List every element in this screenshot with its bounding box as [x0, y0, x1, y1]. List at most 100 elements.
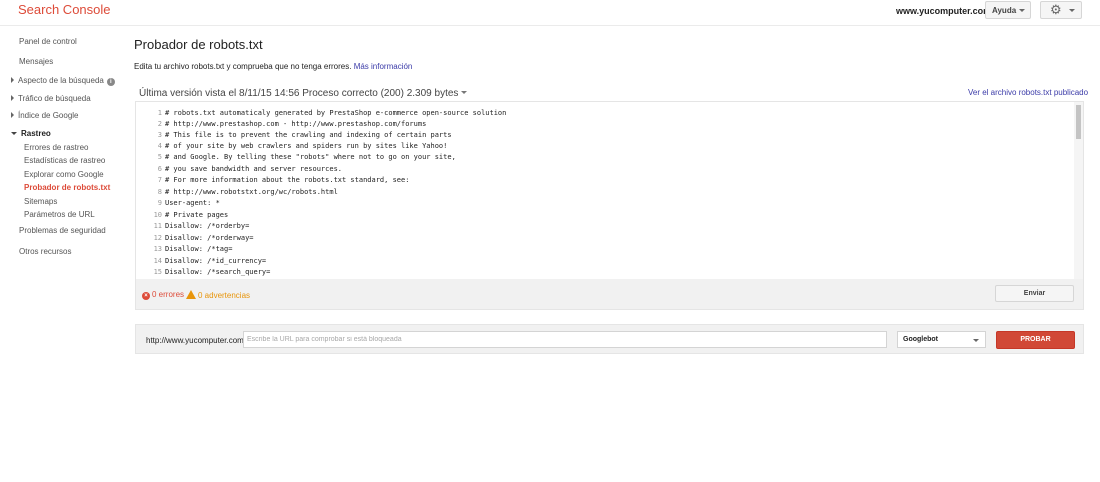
user-agent-select[interactable]: Googlebot [897, 331, 986, 348]
code-line: 13 Disallow: /*tag= [136, 244, 233, 254]
code-line: 14 Disallow: /*id_currency= [136, 256, 267, 266]
line-text: # http://www.prestashop.com - http://www… [165, 120, 427, 128]
page-description: Edita tu archivo robots.txt y comprueba … [134, 62, 412, 71]
chevron-down-icon [11, 132, 17, 135]
chevron-down-icon [1069, 9, 1075, 12]
errors-count: × 0 errores [142, 290, 184, 300]
line-number: 6 [157, 165, 162, 173]
line-number: 2 [157, 120, 162, 128]
header-divider [0, 25, 1100, 26]
line-text: Disallow: /*orderway= [165, 234, 254, 242]
line-number: 12 [153, 234, 162, 242]
code-line: 6 # you save bandwidth and server resourc… [136, 164, 342, 174]
sidebar-item-label: Aspecto de la búsqueda [18, 76, 104, 85]
line-number: 11 [153, 222, 162, 230]
sidebar-item-label: Rastreo [21, 129, 51, 138]
warnings-label: 0 advertencias [198, 291, 251, 300]
line-text: User-agent: * [165, 199, 220, 207]
code-line: 8 # http://www.robotstxt.org/wc/robots.ht… [136, 187, 338, 197]
version-selector[interactable]: Última versión vista el 8/11/15 14:56 Pr… [139, 88, 468, 99]
sidebar-item-crawl-stats[interactable]: Estadísticas de rastreo [24, 156, 105, 165]
line-text: Disallow: /*tag= [165, 245, 233, 253]
line-text: # of your site by web crawlers and spide… [165, 142, 448, 150]
url-tester-panel: http://www.yucomputer.com/ Googlebot PRO… [135, 324, 1084, 354]
line-number: 14 [153, 257, 162, 265]
help-button[interactable]: Ayuda [985, 1, 1031, 19]
view-published-link[interactable]: Ver el archivo robots.txt publicado [968, 88, 1088, 97]
line-text: Disallow: /*id_currency= [165, 257, 267, 265]
code-line: 1 # robots.txt automaticaly generated by … [136, 108, 507, 118]
line-text: # Private pages [165, 211, 229, 219]
site-selector[interactable]: www.yucomputer.com [896, 6, 991, 16]
code-line: 11 Disallow: /*orderby= [136, 221, 250, 231]
version-text: Última versión vista el 8/11/15 14:56 Pr… [139, 88, 459, 99]
sidebar-item-google-index[interactable]: Índice de Google [11, 111, 79, 120]
sidebar-item-other-resources[interactable]: Otros recursos [19, 247, 71, 256]
warning-icon [186, 290, 196, 299]
code-line: 12 Disallow: /*orderway= [136, 233, 254, 243]
url-prefix: http://www.yucomputer.com/ [146, 336, 247, 345]
sidebar-item-url-parameters[interactable]: Parámetros de URL [24, 210, 95, 219]
code-line: 4 # of your site by web crawlers and spid… [136, 141, 448, 151]
settings-button[interactable]: ⚙ [1040, 1, 1082, 19]
editor-footer: × 0 errores 0 advertencias Enviar [136, 279, 1083, 309]
sidebar-item-messages[interactable]: Mensajes [19, 57, 53, 66]
line-number: 8 [157, 188, 162, 196]
more-info-link[interactable]: Más información [354, 62, 413, 71]
test-button[interactable]: PROBAR [996, 331, 1075, 349]
page-title: Probador de robots.txt [134, 37, 263, 52]
line-number: 10 [153, 211, 162, 219]
send-button[interactable]: Enviar [995, 285, 1074, 302]
code-line: 5 # and Google. By telling these "robots"… [136, 152, 456, 162]
sidebar-item-security-issues[interactable]: Problemas de seguridad [19, 226, 106, 235]
description-text: Edita tu archivo robots.txt y comprueba … [134, 62, 352, 71]
sidebar-item-crawl-errors[interactable]: Errores de rastreo [24, 143, 88, 152]
warnings-count: 0 advertencias [186, 289, 250, 300]
errors-label: 0 errores [152, 290, 185, 299]
selected-bot: Googlebot [903, 336, 938, 343]
sidebar-item-search-traffic[interactable]: Tráfico de búsqueda [11, 94, 91, 103]
search-console-logo[interactable]: Search Console [18, 2, 111, 17]
code-line: 9 User-agent: * [136, 198, 220, 208]
code-line: 3 # This file is to prevent the crawling … [136, 130, 452, 140]
editor-scrollbar[interactable] [1074, 102, 1083, 279]
line-number: 13 [153, 245, 162, 253]
line-text: # http://www.robotstxt.org/wc/robots.htm… [165, 188, 338, 196]
sidebar-item-search-appearance[interactable]: Aspecto de la búsqueda i [11, 76, 115, 86]
line-text: # For more information about the robots.… [165, 176, 410, 184]
sidebar-item-dashboard[interactable]: Panel de control [19, 37, 77, 46]
code-line: 7 # For more information about the robots… [136, 175, 410, 185]
gear-icon: ⚙ [1050, 2, 1062, 17]
line-number: 3 [157, 131, 162, 139]
line-number: 5 [157, 153, 162, 161]
robots-editor-panel: 1 # robots.txt automaticaly generated by … [135, 101, 1084, 310]
line-text: # robots.txt automaticaly generated by P… [165, 109, 507, 117]
line-number: 15 [153, 268, 162, 276]
scrollbar-thumb[interactable] [1076, 105, 1081, 139]
sidebar-item-label: Índice de Google [18, 111, 79, 120]
top-bar: Search Console www.yucomputer.com Ayuda … [0, 0, 1100, 22]
chevron-down-icon [973, 339, 979, 342]
chevron-down-icon [461, 91, 468, 94]
line-text: Disallow: /*orderby= [165, 222, 250, 230]
line-number: 4 [157, 142, 162, 150]
chevron-right-icon [11, 95, 14, 101]
code-line: 15 Disallow: /*search_query= [136, 267, 271, 277]
info-icon[interactable]: i [106, 78, 115, 86]
robots-editor[interactable]: 1 # robots.txt automaticaly generated by … [136, 102, 1083, 279]
code-line: 2 # http://www.prestashop.com - http://ww… [136, 119, 427, 129]
url-test-input[interactable] [243, 331, 887, 348]
sidebar-item-crawl[interactable]: Rastreo [11, 129, 51, 138]
line-number: 9 [157, 199, 162, 207]
line-text: # This file is to prevent the crawling a… [165, 131, 452, 139]
line-text: # you save bandwidth and server resource… [165, 165, 343, 173]
code-line: 10 # Private pages [136, 210, 229, 220]
sidebar-item-label: Tráfico de búsqueda [18, 94, 91, 103]
sidebar-item-fetch-as-google[interactable]: Explorar como Google [24, 170, 104, 179]
chevron-down-icon [1019, 9, 1025, 12]
line-number: 1 [157, 109, 162, 117]
chevron-right-icon [11, 77, 14, 83]
sidebar-item-sitemaps[interactable]: Sitemaps [24, 197, 57, 206]
sidebar-item-robots-tester[interactable]: Probador de robots.txt [24, 183, 110, 192]
help-label: Ayuda [992, 6, 1017, 15]
